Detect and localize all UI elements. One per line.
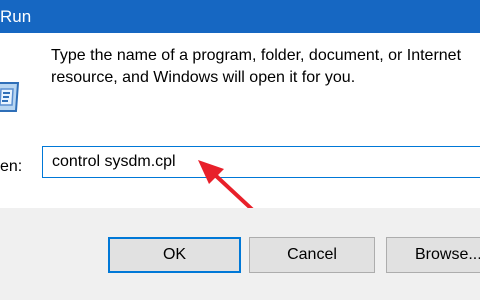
ok-button[interactable]: OK: [108, 237, 241, 273]
cancel-button[interactable]: Cancel: [249, 237, 375, 273]
browse-button[interactable]: Browse...: [386, 237, 480, 273]
